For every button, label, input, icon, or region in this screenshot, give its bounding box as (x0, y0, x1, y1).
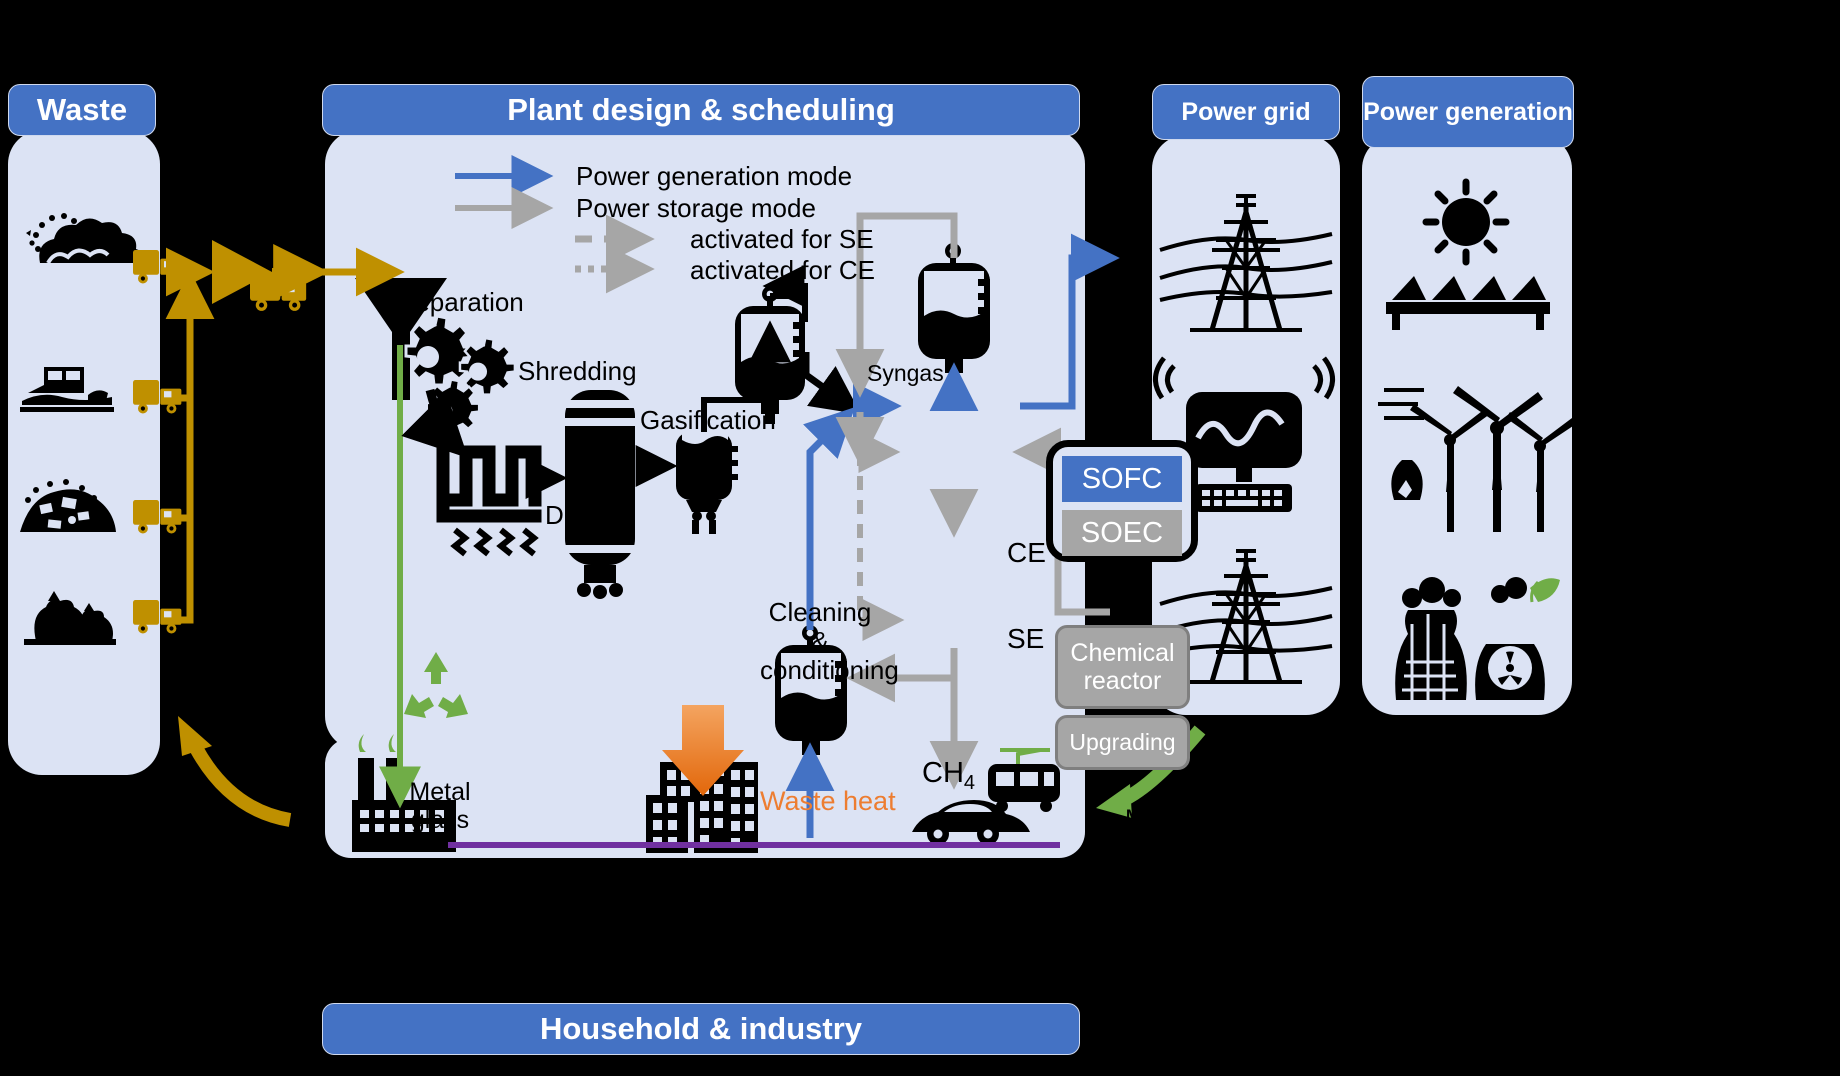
co2-formula: CO (1090, 308, 1134, 340)
legend-item-activated-se: activated for SE (690, 224, 875, 255)
methane-grid-label: Methane grid (570, 880, 716, 908)
sofc-label: SOFC (1081, 462, 1163, 495)
soec-label: SOEC (1080, 516, 1164, 549)
power-generation-panel-title: Power generation (1363, 97, 1573, 126)
chemical-reactor-unit[interactable]: Chemical reactor (1055, 625, 1190, 709)
metal-glass-line-2: glass (410, 806, 470, 834)
legend-label-power-generation: Power generation mode (576, 160, 853, 191)
ch4-subscript: 4 (963, 771, 976, 794)
legend-label-activated-ce: activated for CE (690, 255, 875, 285)
legend-activation: activated for SE activated for CE (690, 224, 875, 286)
co2-subscript: 2 (1133, 322, 1145, 345)
garbage-truck-icon (250, 272, 307, 311)
chemical-reactor-line-1: Chemical (1070, 639, 1175, 667)
cleaning-line-1: Cleaning & (768, 597, 872, 657)
upgrading-label: Upgrading (1069, 728, 1176, 755)
power-generation-panel-header: Power generation (1362, 76, 1574, 148)
gasification-label: Gasification (640, 405, 776, 435)
se-label: SE (1007, 623, 1045, 654)
separation-label: Separation (398, 287, 524, 317)
legend-item-activated-ce: activated for CE (690, 255, 875, 286)
power-grid-panel-header: Power grid (1152, 84, 1340, 140)
ch4-tank-label: CH4 (922, 757, 975, 795)
metal-glass-label: Metal glass (395, 778, 485, 834)
cleaning-conditioning-label: Cleaning & conditioning (760, 597, 899, 686)
waste-return-arrow (178, 716, 292, 827)
ce-label: CE (1007, 537, 1046, 568)
waste-collection-arrows (165, 247, 215, 624)
cleaning-line-2: conditioning (760, 655, 899, 686)
power-generation-panel-body (1362, 135, 1572, 715)
diagram-canvas: Waste Plant design & scheduling Power gr… (0, 0, 1840, 1076)
drying-label: Drying (545, 500, 621, 530)
co2-tank-label: CO2 (1090, 308, 1145, 346)
chemical-reactor-line-2: reactor (1083, 667, 1162, 695)
household-panel-header: Household & industry (322, 1003, 1080, 1055)
plant-panel-title: Plant design & scheduling (507, 91, 895, 127)
waste-heat-label: Waste heat (760, 786, 896, 816)
power-grid-panel-title: Power grid (1181, 97, 1311, 126)
waste-panel-header: Waste (8, 84, 156, 136)
legend: Power generation mode Power storage mode (576, 160, 852, 224)
sofc-soec-stack[interactable]: SOFC SOEC (1046, 440, 1198, 562)
legend-item-power-generation: Power generation mode (576, 160, 852, 192)
legend-label-activated-se: activated for SE (690, 224, 874, 254)
household-panel-title: Household & industry (539, 1010, 863, 1046)
waste-big-arrow (212, 240, 330, 304)
sofc-unit[interactable]: SOFC (1062, 456, 1182, 502)
methane-label: Methane (1125, 805, 1223, 833)
waste-panel-title: Waste (36, 91, 128, 127)
ch4-formula: CH (922, 757, 964, 789)
metal-glass-line-1: Metal (409, 778, 471, 806)
legend-item-power-storage: Power storage mode (576, 192, 852, 224)
waste-panel-body (8, 130, 160, 775)
upgrading-unit[interactable]: Upgrading (1055, 715, 1190, 770)
shredding-label: Shredding (518, 356, 637, 386)
plant-panel-header: Plant design & scheduling (322, 84, 1080, 136)
syngas-tank-label: Syngas (867, 360, 944, 386)
soec-unit[interactable]: SOEC (1062, 510, 1182, 556)
legend-label-power-storage: Power storage mode (576, 192, 816, 223)
